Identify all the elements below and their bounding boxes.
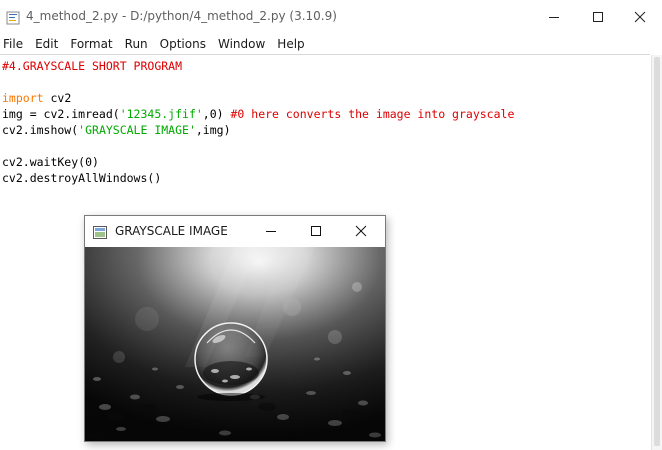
vertical-scrollbar[interactable]	[651, 55, 662, 450]
minimize-icon	[549, 17, 559, 18]
code-token-plain: cv2.imshow(	[2, 123, 79, 137]
code-line[interactable]: img = cv2.imread('12345.jfif',0) #0 here…	[2, 106, 514, 122]
code-line[interactable]: cv2.waitKey(0)	[2, 154, 99, 170]
menu-window[interactable]: Window	[214, 37, 271, 51]
code-line[interactable]: import cv2	[2, 90, 71, 106]
image-window[interactable]: GRAYSCALE IMAGE	[84, 215, 386, 442]
window-title: 4_method_2.py - D:/python/4_method_2.py …	[26, 9, 337, 23]
code-token-plain: ,0)	[202, 107, 231, 121]
code-token-plain: cv2.destroyAllWindows()	[2, 171, 162, 185]
code-token-comment: #0 here converts the image into grayscal…	[230, 107, 515, 121]
python-idle-icon	[6, 10, 20, 25]
image-window-minimize-button[interactable]	[249, 216, 293, 246]
minimize-button[interactable]	[531, 0, 577, 34]
menu-run[interactable]: Run	[121, 37, 154, 51]
grayscale-image	[85, 247, 385, 441]
scrollbar-thumb[interactable]	[654, 57, 660, 446]
close-icon	[355, 225, 367, 237]
minimize-icon	[266, 231, 276, 232]
close-button[interactable]	[617, 0, 662, 34]
grayscale-water-bubble-photo	[85, 247, 385, 441]
code-token-comment: #4.GRAYSCALE SHORT PROGRAM	[2, 59, 183, 73]
code-token-string: 'GRAYSCALE IMAGE'	[78, 123, 196, 137]
code-line[interactable]: #4.GRAYSCALE SHORT PROGRAM	[2, 58, 182, 74]
code-token-plain: cv2.waitKey(0)	[2, 155, 99, 169]
image-window-close-button[interactable]	[339, 216, 383, 246]
menu-options[interactable]: Options	[156, 37, 212, 51]
menu-edit[interactable]: Edit	[31, 37, 64, 51]
maximize-icon	[311, 226, 321, 236]
menu-file[interactable]: File	[0, 37, 29, 51]
image-window-title: GRAYSCALE IMAGE	[115, 224, 228, 238]
code-token-keyword: import	[2, 91, 44, 105]
image-window-maximize-button[interactable]	[294, 216, 338, 246]
code-line[interactable]: cv2.imshow('GRAYSCALE IMAGE',img)	[2, 122, 231, 138]
title-bar: 4_method_2.py - D:/python/4_method_2.py …	[0, 0, 662, 34]
maximize-icon	[593, 12, 603, 22]
code-token-plain: ,img)	[195, 123, 231, 137]
window-app-icon	[93, 224, 107, 239]
code-token-plain: img = cv2.imread(	[2, 107, 120, 121]
close-icon	[634, 11, 646, 23]
menu-format[interactable]: Format	[66, 37, 118, 51]
code-token-plain: cv2	[43, 91, 72, 105]
menu-help[interactable]: Help	[273, 37, 310, 51]
code-token-string: '12345.jfif'	[119, 107, 203, 121]
menu-bar: File Edit Format Run Options Window Help	[0, 34, 662, 54]
image-window-title-bar[interactable]: GRAYSCALE IMAGE	[85, 216, 385, 246]
code-line[interactable]: cv2.destroyAllWindows()	[2, 170, 161, 186]
maximize-button[interactable]	[575, 0, 621, 34]
